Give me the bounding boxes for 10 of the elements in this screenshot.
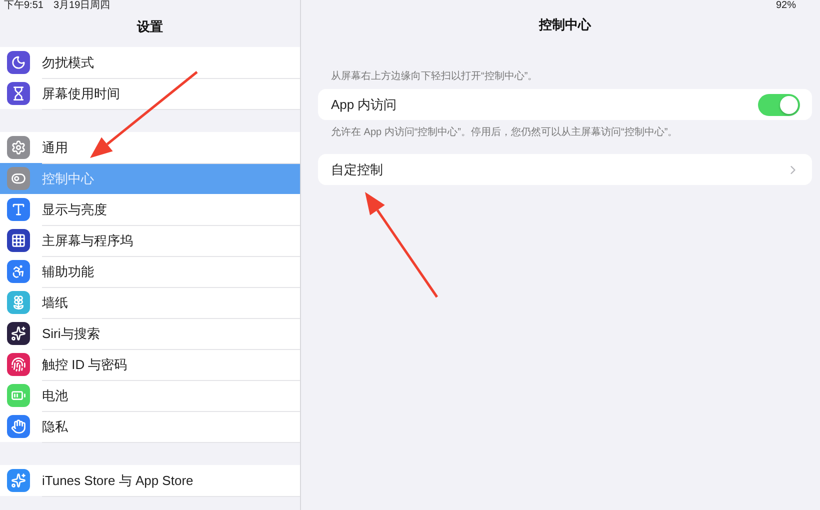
toggle-switch[interactable] [758,94,800,116]
status-date: 3月19日周四 [53,0,110,12]
setting-label: App 内访问 [331,96,398,114]
battery-percentage: 92% [776,0,796,12]
footnote-text: 允许在 App 内访问“控制中心”。停用后，您仍然可以从主屏幕访问“控制中心”。 [330,126,679,140]
status-time: 下午9:51 [4,0,44,12]
page-title: 控制中心 [539,16,591,34]
sidebar-title: 设置 [137,18,163,36]
caption-text: 从屏幕右上方边缘向下轻扫以打开“控制中心”。 [330,70,539,84]
customize-row[interactable]: 自定控制 [318,154,812,185]
